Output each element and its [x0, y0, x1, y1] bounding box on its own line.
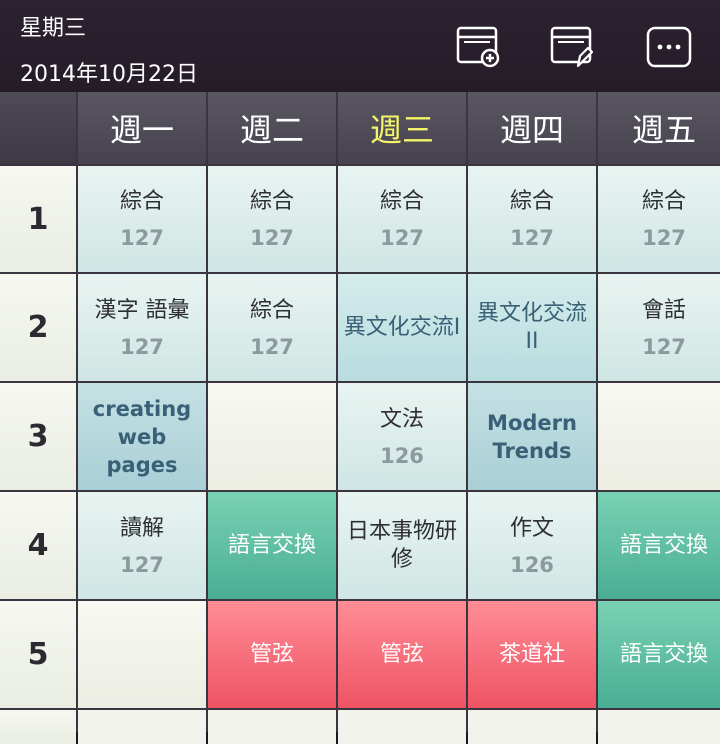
class-name: 綜合: [379, 189, 424, 214]
class-name: 作文: [509, 515, 554, 541]
day-header-2: 週二: [208, 92, 336, 164]
class-cell[interactable]: 作文 126: [468, 492, 596, 599]
class-cell[interactable]: 綜合 127: [598, 166, 720, 272]
edit-schedule-button[interactable]: [550, 26, 596, 68]
empty-cell[interactable]: [78, 601, 206, 708]
class-name: 綜合: [641, 189, 686, 214]
class-cell[interactable]: 日本事物研修: [338, 492, 466, 599]
class-name: 綜合: [249, 297, 294, 323]
class-cell[interactable]: 綜合 127: [208, 166, 336, 272]
class-cell[interactable]: 語言交換: [208, 492, 336, 599]
class-name: 異文化交流II: [476, 300, 587, 354]
class-cell[interactable]: 語言交換: [598, 492, 720, 599]
class-cell[interactable]: 異文化交流II: [468, 274, 596, 381]
calendar-add-icon: [456, 26, 500, 68]
room-number: 127: [642, 226, 686, 250]
next-row-cell: [208, 710, 336, 744]
class-name: 茶道社: [498, 641, 565, 667]
class-name: 漢字 語彙: [94, 297, 190, 323]
room-number: 127: [250, 226, 294, 250]
class-name: creating web pages: [92, 396, 192, 477]
class-cell[interactable]: Modern Trends: [468, 383, 596, 490]
room-number: 127: [120, 226, 164, 250]
room-number: 127: [120, 552, 164, 577]
class-name: 管弦: [379, 641, 424, 667]
next-row-cell: [0, 710, 76, 744]
room-number: 127: [380, 226, 424, 250]
period-number: 1: [0, 166, 76, 272]
room-number: 127: [510, 226, 554, 250]
class-cell[interactable]: 綜合 127: [78, 166, 206, 272]
app-header: 星期三 2014年10月22日: [0, 0, 720, 92]
day-header-3: 週三: [338, 92, 466, 164]
empty-cell[interactable]: [598, 383, 720, 490]
class-name: 語言交換: [619, 641, 708, 667]
class-cell[interactable]: 綜合 127: [468, 166, 596, 272]
period-number: 5: [0, 601, 76, 708]
class-name: 異文化交流I: [343, 314, 461, 340]
class-cell[interactable]: creating web pages: [78, 383, 206, 490]
class-cell[interactable]: 管弦: [208, 601, 336, 708]
date-label: 2014年10月22日: [20, 62, 198, 87]
class-cell[interactable]: 漢字 語彙 127: [78, 274, 206, 381]
room-number: 127: [250, 334, 294, 359]
room-number: 126: [380, 443, 424, 468]
weekday-label: 星期三: [20, 16, 87, 41]
class-cell[interactable]: 語言交換: [598, 601, 720, 708]
class-cell[interactable]: 管弦: [338, 601, 466, 708]
class-name: 文法: [379, 406, 424, 432]
more-options-button[interactable]: [646, 26, 692, 68]
room-number: 126: [510, 552, 554, 577]
class-cell[interactable]: 異文化交流I: [338, 274, 466, 381]
class-name: 語言交換: [227, 532, 316, 558]
class-name: 綜合: [249, 189, 294, 214]
timetable-grid: 週一 週二 週三 週四 週五 1 綜合 127 綜合 127 綜合 127 綜合 127 綜合 127 2 漢字 …: [0, 92, 720, 744]
class-name: 綜合: [509, 189, 554, 214]
next-row-cell: [598, 710, 720, 744]
class-name: 讀解: [119, 515, 164, 541]
period-number: 3: [0, 383, 76, 490]
day-header-5: 週五: [598, 92, 720, 164]
class-name: 綜合: [119, 189, 164, 214]
room-number: 127: [120, 334, 164, 359]
class-cell[interactable]: 會話 127: [598, 274, 720, 381]
day-header-4: 週四: [468, 92, 596, 164]
calendar-edit-icon: [550, 26, 594, 68]
class-name: Modern Trends: [487, 410, 577, 463]
grid-corner: [0, 92, 76, 164]
class-name: 語言交換: [619, 532, 708, 558]
period-number: 2: [0, 274, 76, 381]
next-row-cell: [468, 710, 596, 744]
class-name: 會話: [641, 297, 686, 323]
class-name: 日本事物研修: [346, 518, 457, 572]
room-number: 127: [642, 334, 686, 359]
period-number: 4: [0, 492, 76, 599]
class-cell[interactable]: 文法 126: [338, 383, 466, 490]
day-header-1: 週一: [78, 92, 206, 164]
class-cell[interactable]: 讀解 127: [78, 492, 206, 599]
empty-cell[interactable]: [208, 383, 336, 490]
more-icon: [646, 26, 692, 68]
class-cell[interactable]: 綜合 127: [208, 274, 336, 381]
next-row-cell: [338, 710, 466, 744]
class-cell[interactable]: 茶道社: [468, 601, 596, 708]
class-name: 管弦: [249, 641, 294, 667]
next-row-cell: [78, 710, 206, 744]
add-schedule-button[interactable]: [456, 26, 502, 68]
class-cell[interactable]: 綜合 127: [338, 166, 466, 272]
